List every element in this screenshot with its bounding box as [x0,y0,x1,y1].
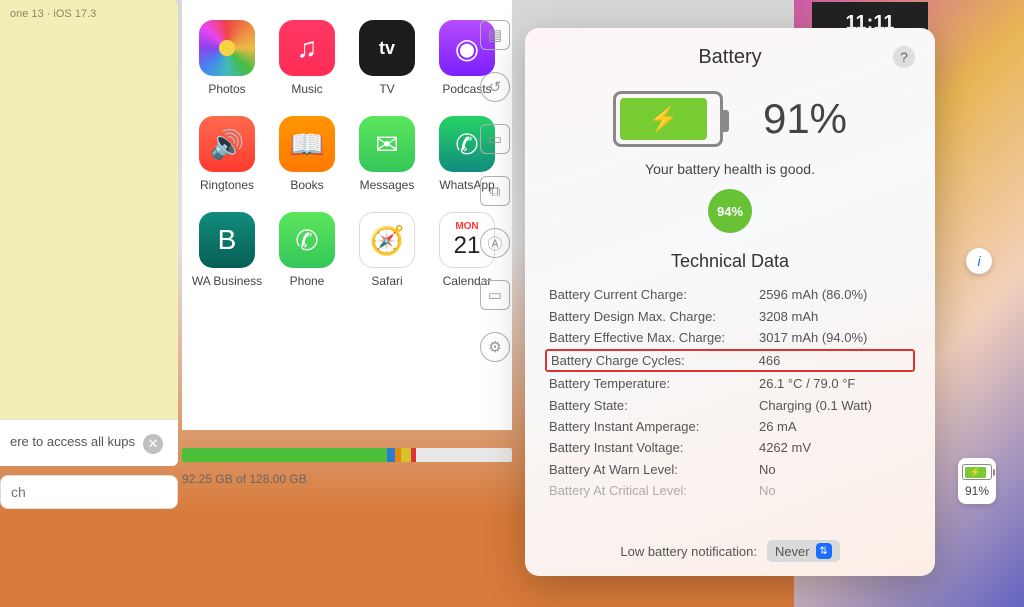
storage-segment [401,448,411,462]
tech-key: Battery At Critical Level: [549,483,759,498]
messages-icon: ✉ [359,116,415,172]
tech-value: 3017 mAh (94.0%) [759,330,911,345]
app-ringtones[interactable]: 🔊 Ringtones [192,116,262,192]
tech-value: No [759,483,911,498]
technical-data-title: Technical Data [541,251,919,272]
history-icon[interactable]: ↺ [480,72,510,102]
chevron-updown-icon: ⇅ [816,543,832,559]
health-message: Your battery health is good. [541,161,919,177]
tablet-icon[interactable]: ▭ [480,280,510,310]
app-phone[interactable]: ✆ Phone [272,212,342,288]
app-label: WA Business [192,274,262,288]
tech-key: Battery State: [549,398,759,413]
files-icon[interactable]: ▤ [480,20,510,50]
info-icon[interactable]: i [966,248,992,274]
tech-row: Battery Current Charge:2596 mAh (86.0%) [549,284,911,305]
app-label: Books [290,178,323,192]
screens-icon[interactable]: ⧉ [480,176,510,206]
low-battery-value: Never [775,544,810,559]
tech-row: Battery Design Max. Charge:3208 mAh [549,305,911,326]
tech-key: Battery Instant Amperage: [549,419,759,434]
app-books[interactable]: 📖 Books [272,116,342,192]
safari-icon: 🧭 [359,212,415,268]
tv-icon: tv [359,20,415,76]
device-sidebar: one 13 · iOS 17.3 ere to access all kups… [0,0,178,466]
tech-row: Battery At Warn Level:No [549,459,911,480]
tech-value: 4262 mV [759,440,911,455]
app-label: Music [291,82,322,96]
menubar-battery-icon: ⚡ [962,464,992,480]
app-photos[interactable]: Photos [192,20,262,96]
wabiz-icon: B [199,212,255,268]
tech-key: Battery Design Max. Charge: [549,309,759,324]
tech-row: Battery Effective Max. Charge:3017 mAh (… [549,327,911,348]
health-badge: 94% [708,189,752,233]
books-icon: 📖 [279,116,335,172]
tech-row: Battery At Critical Level:No [549,480,911,501]
app-tv[interactable]: tv TV [352,20,422,96]
tech-key: Battery Instant Voltage: [549,440,759,455]
tech-key: Battery Charge Cycles: [551,353,759,368]
tech-row: Battery Instant Voltage:4262 mV [549,437,911,458]
tech-value: No [759,462,911,477]
tech-row: Battery State:Charging (0.1 Watt) [549,395,911,416]
app-label: Phone [290,274,325,288]
popover-title: Battery [698,46,761,69]
apps-panel: Photos♫MusictvTV◉Podcasts🔊Ringtones📖Book… [182,0,512,430]
tech-value: 2596 mAh (86.0%) [759,287,911,302]
close-icon[interactable]: ✕ [143,434,163,454]
app-label: Photos [208,82,245,96]
storage-segment [395,448,402,462]
menubar-battery-percent: 91% [965,484,989,498]
tech-value: 26 mA [759,419,911,434]
app-label: TV [379,82,394,96]
app-label: Messages [360,178,415,192]
tech-row: Battery Charge Cycles:466 [545,349,915,372]
app-label: Safari [371,274,402,288]
tech-row: Battery Instant Amperage:26 mA [549,416,911,437]
category-strip: ▤ ↺ ▭ ⧉ Ⓐ ▭ ⚙ [470,20,520,362]
tech-value: 3208 mAh [759,309,911,324]
app-music[interactable]: ♫ Music [272,20,342,96]
tech-key: Battery Temperature: [549,376,759,391]
device-icon[interactable]: ▭ [480,124,510,154]
device-tag: one 13 · iOS 17.3 [0,0,178,28]
tech-value: 26.1 °C / 79.0 °F [759,376,911,391]
tech-value: Charging (0.1 Watt) [759,398,911,413]
tech-row: Battery Temperature:26.1 °C / 79.0 °F [549,373,911,394]
tech-key: Battery Effective Max. Charge: [549,330,759,345]
tech-value: 466 [759,353,909,368]
music-icon: ♫ [279,20,335,76]
apps-icon[interactable]: Ⓐ [480,228,510,258]
storage-segment [182,448,387,462]
tech-key: Battery At Warn Level: [549,462,759,477]
battery-percent: 91% [763,95,847,143]
settings-icon[interactable]: ⚙ [480,332,510,362]
storage-segment [387,448,395,462]
app-messages[interactable]: ✉ Messages [352,116,422,192]
battery-icon: ⚡ [613,91,723,147]
battery-fill: ⚡ [620,98,707,140]
help-icon[interactable]: ? [893,46,915,68]
menubar-battery[interactable]: ⚡ 91% [958,458,996,504]
low-battery-label: Low battery notification: [620,544,757,559]
ringtones-icon: 🔊 [199,116,255,172]
app-wabiz[interactable]: B WA Business [192,212,262,288]
photos-icon [199,20,255,76]
storage-label: 92.25 GB of 128.00 GB [182,472,512,486]
app-label: Ringtones [200,178,254,192]
app-safari[interactable]: 🧭 Safari [352,212,422,288]
storage-segment [411,448,416,462]
low-battery-select[interactable]: Never ⇅ [767,540,840,562]
storage-meter: 92.25 GB of 128.00 GB [182,448,512,486]
backups-row[interactable]: ere to access all kups ✕ [0,419,178,466]
search-input[interactable] [0,475,178,509]
battery-popover: Battery ? ⚡ 91% Your battery health is g… [525,28,935,576]
backups-label: ere to access all kups [10,434,135,450]
tech-key: Battery Current Charge: [549,287,759,302]
phone-icon: ✆ [279,212,335,268]
